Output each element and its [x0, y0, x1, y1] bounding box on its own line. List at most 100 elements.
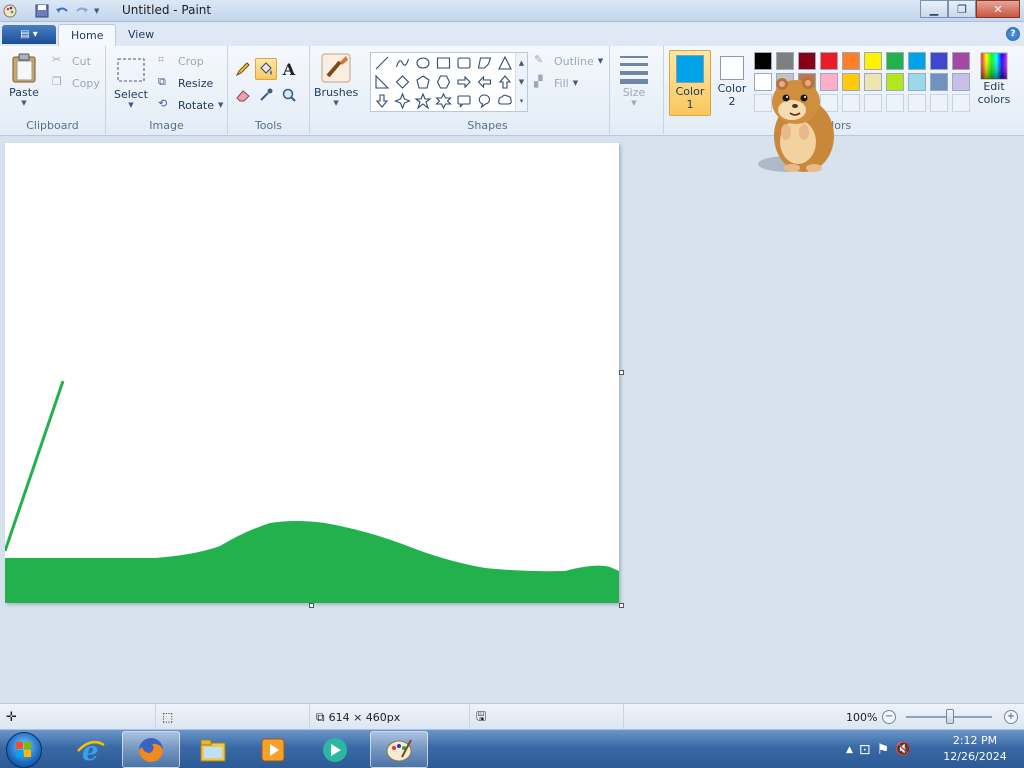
up-arrow-shape-icon[interactable] — [498, 75, 512, 89]
show-hidden-icons-icon[interactable]: ▲ — [846, 745, 853, 755]
zoom-out-button[interactable]: − — [882, 710, 896, 724]
text-icon[interactable]: A — [278, 58, 300, 80]
undo-icon[interactable] — [54, 3, 70, 19]
minimize-button[interactable]: ▁ — [920, 0, 948, 18]
resize-button[interactable]: ⧉ Resize — [158, 74, 213, 92]
palette-row1-swatch-5[interactable] — [842, 52, 860, 70]
clock[interactable]: 2:12 PM 12/26/2024 — [940, 733, 1010, 765]
zoom-in-button[interactable]: + — [1004, 710, 1018, 724]
tab-view[interactable]: View — [116, 24, 166, 46]
palette-row1-swatch-1[interactable] — [754, 52, 772, 70]
canvas-resize-handle-bottom[interactable] — [309, 603, 314, 608]
palette-row1-swatch-6[interactable] — [864, 52, 882, 70]
triangle-shape-icon[interactable] — [498, 55, 512, 70]
custom-color-slot-5[interactable] — [842, 94, 860, 112]
rounded-callout-shape-icon[interactable] — [457, 95, 471, 108]
four-point-star-shape-icon[interactable] — [394, 92, 411, 110]
select-button[interactable]: Select ▼ — [114, 54, 148, 109]
crop-button[interactable]: ⌗ Crop — [158, 52, 204, 70]
magnifier-icon[interactable] — [278, 84, 300, 106]
palette-row2-swatch-10[interactable] — [952, 73, 970, 91]
save-icon[interactable] — [34, 3, 50, 19]
custom-color-slot-10[interactable] — [952, 94, 970, 112]
palette-row1-swatch-7[interactable] — [886, 52, 904, 70]
volume-muted-icon[interactable]: 🔇 — [895, 742, 911, 757]
size-button[interactable]: Size ▼ — [618, 52, 650, 107]
custom-color-slot-7[interactable] — [886, 94, 904, 112]
palette-row1-swatch-4[interactable] — [820, 52, 838, 70]
start-button[interactable] — [6, 732, 42, 768]
scroll-up-icon[interactable]: ▲ — [519, 59, 524, 67]
fill-button[interactable]: ▞ Fill ▼ — [534, 74, 578, 92]
network-icon[interactable]: ⊡ — [859, 742, 871, 758]
palette-row2-swatch-5[interactable] — [842, 73, 860, 91]
gallery-expand-icon[interactable]: ▾ — [520, 97, 524, 105]
palette-row1-swatch-2[interactable] — [776, 52, 794, 70]
color2-button[interactable]: Color 2 — [714, 50, 750, 116]
action-center-flag-icon[interactable]: ⚑ — [877, 742, 890, 758]
cloud-callout-shape-icon[interactable] — [498, 94, 512, 105]
brushes-button[interactable]: Brushes ▼ — [314, 52, 358, 107]
taskbar-internet-explorer[interactable]: e — [62, 731, 120, 768]
outline-button[interactable]: ✎ Outline ▼ — [534, 52, 603, 70]
shapes-gallery-scroll[interactable]: ▲ ▼ ▾ — [515, 53, 527, 111]
color1-button[interactable]: Color 1 — [669, 50, 711, 116]
select-dropdown-icon[interactable]: ▼ — [128, 101, 133, 109]
canvas-resize-handle-right[interactable] — [619, 370, 624, 375]
line-shape-icon[interactable] — [375, 56, 389, 70]
five-point-star-shape-icon[interactable] — [414, 92, 432, 110]
right-triangle-shape-icon[interactable] — [375, 74, 390, 89]
paste-dropdown-icon[interactable]: ▼ — [21, 99, 26, 107]
scroll-down-icon[interactable]: ▼ — [519, 78, 524, 86]
polygon-shape-icon[interactable] — [477, 57, 492, 69]
oval-shape-icon[interactable] — [416, 57, 430, 69]
taskbar-paint[interactable] — [370, 731, 428, 768]
taskbar-firefox[interactable] — [122, 731, 180, 768]
rectangle-shape-icon[interactable] — [436, 57, 451, 69]
zoom-slider-thumb[interactable] — [946, 709, 954, 724]
palette-row2-swatch-7[interactable] — [886, 73, 904, 91]
custom-color-slot-6[interactable] — [864, 94, 882, 112]
redo-icon[interactable] — [74, 3, 90, 19]
palette-row2-swatch-8[interactable] — [908, 73, 926, 91]
palette-row1-swatch-3[interactable] — [798, 52, 816, 70]
taskbar-file-explorer[interactable] — [184, 731, 242, 768]
hexagon-shape-icon[interactable] — [436, 75, 451, 89]
rotate-button[interactable]: ⟲ Rotate ▼ — [158, 96, 223, 114]
rounded-rectangle-shape-icon[interactable] — [457, 57, 471, 69]
right-arrow-shape-icon[interactable] — [457, 75, 471, 89]
down-arrow-shape-icon[interactable] — [375, 94, 389, 108]
taskbar-media-center[interactable] — [306, 731, 364, 768]
six-point-star-shape-icon[interactable] — [435, 92, 452, 110]
pencil-icon[interactable] — [232, 58, 254, 80]
custom-color-slot-8[interactable] — [908, 94, 926, 112]
palette-row1-swatch-10[interactable] — [952, 52, 970, 70]
tab-home[interactable]: Home — [58, 24, 117, 46]
curve-shape-icon[interactable] — [395, 58, 410, 68]
palette-row1-swatch-9[interactable] — [930, 52, 948, 70]
palette-row2-swatch-9[interactable] — [930, 73, 948, 91]
palette-row1-swatch-8[interactable] — [908, 52, 926, 70]
fill-icon[interactable] — [255, 58, 277, 80]
pentagon-shape-icon[interactable] — [416, 75, 430, 89]
hamster-character[interactable] — [752, 72, 838, 180]
customize-qat-icon[interactable]: ▼ — [94, 7, 99, 15]
left-arrow-shape-icon[interactable] — [477, 75, 492, 89]
eraser-icon[interactable] — [232, 84, 254, 106]
paste-button[interactable]: Paste ▼ — [8, 52, 40, 107]
taskbar-media-player[interactable] — [244, 731, 302, 768]
custom-color-slot-9[interactable] — [930, 94, 948, 112]
canvas-resize-handle-corner[interactable] — [619, 603, 624, 608]
paint-menu-button[interactable]: ▤ ▾ — [2, 25, 56, 44]
diamond-shape-icon[interactable] — [395, 75, 410, 89]
restore-button[interactable]: ❐ — [948, 0, 976, 18]
paint-app-icon[interactable] — [2, 3, 18, 19]
close-button[interactable]: ✕ — [976, 0, 1020, 18]
color-picker-icon[interactable] — [255, 84, 277, 106]
cut-button[interactable]: ✂ Cut — [52, 52, 91, 70]
edit-colors-button[interactable]: Edit colors — [976, 52, 1012, 114]
oval-callout-shape-icon[interactable] — [478, 94, 491, 109]
palette-row2-swatch-6[interactable] — [864, 73, 882, 91]
copy-button[interactable]: ❐ Copy — [52, 74, 100, 92]
drawing-canvas[interactable] — [5, 143, 619, 603]
